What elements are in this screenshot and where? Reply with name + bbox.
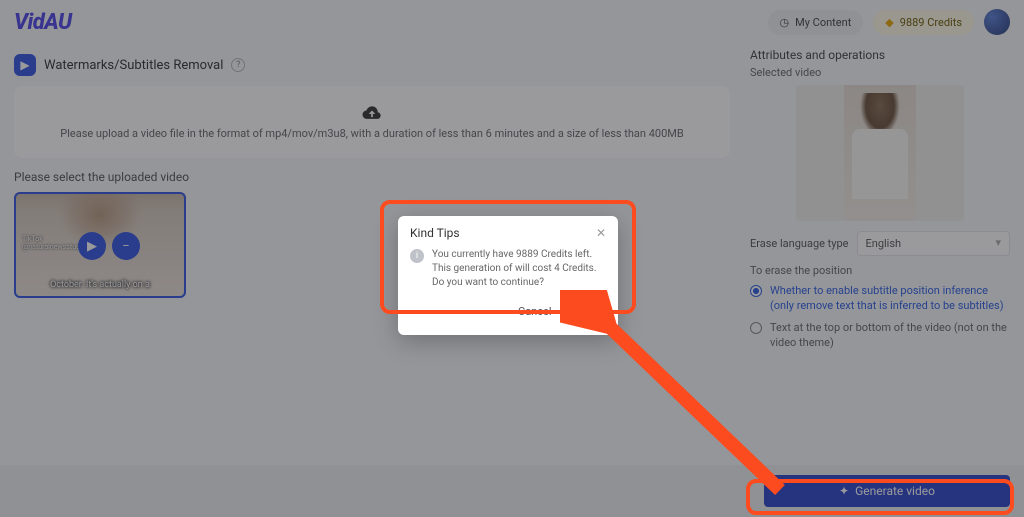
- dialog-title: Kind Tips: [410, 226, 460, 240]
- cancel-button[interactable]: Cancel: [510, 300, 559, 323]
- close-icon[interactable]: ✕: [596, 226, 606, 240]
- dialog-body: i You currently have 9889 Credits left. …: [410, 248, 606, 290]
- dialog-header: Kind Tips ✕: [410, 226, 606, 240]
- dialog-actions: Cancel OK: [410, 300, 606, 323]
- ok-button[interactable]: OK: [568, 300, 606, 323]
- kind-tips-dialog: Kind Tips ✕ i You currently have 9889 Cr…: [398, 216, 618, 335]
- dialog-message: You currently have 9889 Credits left. Th…: [432, 248, 606, 290]
- info-circle-icon: i: [410, 249, 424, 263]
